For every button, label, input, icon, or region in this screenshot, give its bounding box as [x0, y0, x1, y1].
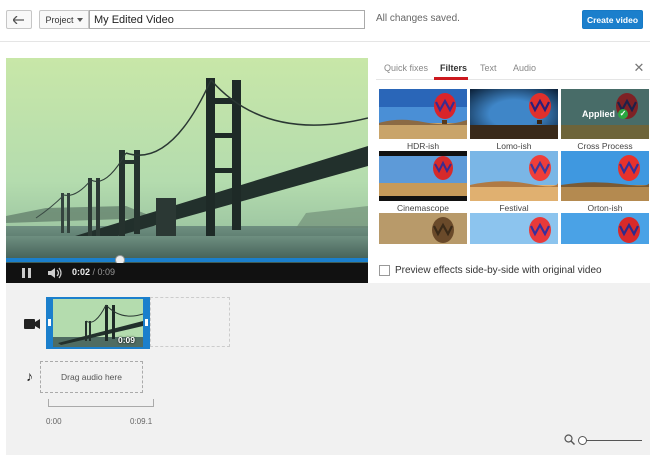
filter-label: Cross Process [577, 141, 633, 151]
clip-trim-handle-right[interactable] [145, 319, 148, 326]
applied-overlay: Applied ✓ [561, 89, 649, 139]
filter-cinemascope[interactable]: Cinemascope [379, 151, 467, 213]
preview-checkbox[interactable] [379, 264, 390, 276]
applied-label: Applied [582, 109, 615, 119]
pause-icon[interactable] [22, 268, 31, 278]
video-clip[interactable]: 0:09 [46, 297, 150, 349]
tab-audio[interactable]: Audio [513, 63, 536, 73]
tab-text[interactable]: Text [480, 63, 497, 73]
filter-label: Festival [499, 203, 529, 213]
video-title-input[interactable] [89, 10, 365, 29]
filter-thumbnail [561, 213, 649, 244]
preview-label: Preview effects side-by-side with origin… [395, 264, 602, 276]
back-button[interactable] [6, 10, 32, 29]
filter-thumbnail-vivid[interactable] [470, 213, 558, 244]
time-separator: / [90, 267, 98, 277]
filter-cross-process[interactable]: Applied ✓ Cross Process [561, 89, 649, 151]
filter-thumbnail-sepia[interactable] [379, 213, 467, 244]
filter-orton-ish[interactable]: Orton-ish [561, 151, 649, 213]
volume-icon[interactable] [48, 267, 64, 279]
save-status: All changes saved. [376, 13, 460, 24]
video-camera-icon [24, 319, 40, 329]
timeline: ♪ 0:09 Drag audio here 0:00 0:09.1 [6, 283, 650, 455]
zoom-slider-track[interactable] [582, 440, 642, 441]
filter-thumbnail: Applied ✓ [561, 89, 649, 139]
current-time: 0:02 [72, 267, 91, 277]
close-icon[interactable]: ✕ [633, 61, 645, 74]
ruler-end-label: 0:09.1 [130, 417, 153, 426]
filter-thumbnail [379, 151, 467, 201]
filter-grid: HDR-ish Lomo-ish Applied ✓ Cross Process [379, 89, 649, 244]
checkmark-icon: ✓ [618, 109, 628, 119]
video-player[interactable]: 0:02 / 0:09 [6, 58, 368, 283]
progress-bar[interactable] [6, 258, 368, 262]
filter-label: Orton-ish [587, 203, 623, 213]
clip-drop-area [150, 297, 230, 347]
filter-thumbnail [470, 89, 558, 139]
filter-thumbnail-blue[interactable] [561, 213, 649, 244]
zoom-icon [564, 434, 575, 445]
preview-side-by-side[interactable]: Preview effects side-by-side with origin… [379, 263, 602, 277]
audio-drop-zone[interactable]: Drag audio here [40, 361, 143, 393]
tab-quick-fixes[interactable]: Quick fixes [384, 63, 428, 73]
back-arrow-icon [13, 15, 24, 24]
time-readout: 0:02 / 0:09 [72, 267, 115, 277]
filter-festival[interactable]: Festival [470, 151, 558, 213]
create-video-button[interactable]: Create video [582, 10, 643, 29]
player-controls: 0:02 / 0:09 [6, 263, 368, 283]
effects-tabs: Quick fixes Filters Text Audio ✕ [376, 58, 650, 80]
filter-lomo-ish[interactable]: Lomo-ish [470, 89, 558, 151]
clip-duration: 0:09 [117, 335, 135, 345]
filter-hdr-ish[interactable]: HDR-ish [379, 89, 467, 151]
active-tab-indicator [434, 77, 468, 80]
project-menu-button[interactable]: Project [39, 10, 89, 29]
filter-thumbnail [470, 151, 558, 201]
tab-filters[interactable]: Filters [440, 63, 467, 73]
filter-thumbnail [561, 151, 649, 201]
filter-label: HDR-ish [406, 141, 440, 151]
timeline-ruler [48, 399, 154, 407]
project-label: Project [45, 14, 74, 25]
clip-thumbnail: 0:09 [53, 299, 143, 347]
filter-label: Cinemascope [397, 203, 449, 213]
duration: 0:09 [97, 267, 116, 277]
zoom-slider-handle[interactable] [578, 436, 587, 445]
clip-trim-handle-left[interactable] [48, 319, 51, 326]
filter-thumbnail [470, 213, 558, 244]
effects-panel: Quick fixes Filters Text Audio ✕ HDR-ish… [376, 58, 650, 283]
filter-label: Lomo-ish [496, 141, 532, 151]
video-frame [6, 58, 368, 263]
ruler-start-label: 0:00 [46, 417, 62, 426]
music-note-icon: ♪ [26, 368, 33, 384]
filter-thumbnail [379, 213, 467, 244]
filter-thumbnail [379, 89, 467, 139]
top-bar: Project All changes saved. Create video [0, 0, 650, 42]
caret-down-icon [76, 17, 83, 22]
